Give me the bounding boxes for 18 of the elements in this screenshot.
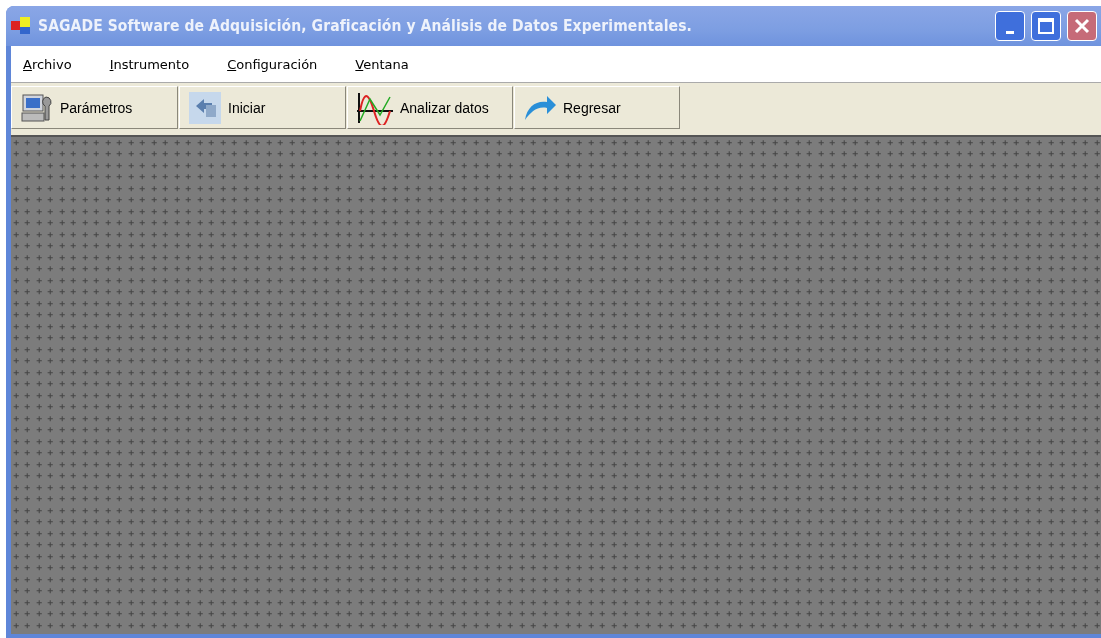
menu-item[interactable]: Configuración [215,56,330,72]
window-title: SAGADE Software de Adquisición, Graficación y Análisis de Datos Experimentales. [38,17,693,35]
minimize-button[interactable] [995,11,1025,41]
close-icon [1073,17,1091,35]
app-icon [10,16,32,36]
back-arrow-icon [523,93,557,122]
menu-item[interactable]: Ventana [343,56,421,72]
toolbar-button[interactable]: Iniciar [179,86,346,129]
minimize-icon [1006,30,1014,34]
maximize-button[interactable] [1031,11,1061,41]
menu-item[interactable]: Archivo [11,56,84,72]
maximize-icon [1037,17,1055,35]
close-button[interactable] [1067,11,1097,41]
toolbar-button[interactable]: Analizar datos [347,86,513,129]
toolbar-button[interactable]: Regresar [514,86,680,129]
chart-icon [356,90,394,125]
toolbar-button[interactable]: Parámetros [11,86,178,129]
menu-item[interactable]: Instrumento [97,56,202,72]
